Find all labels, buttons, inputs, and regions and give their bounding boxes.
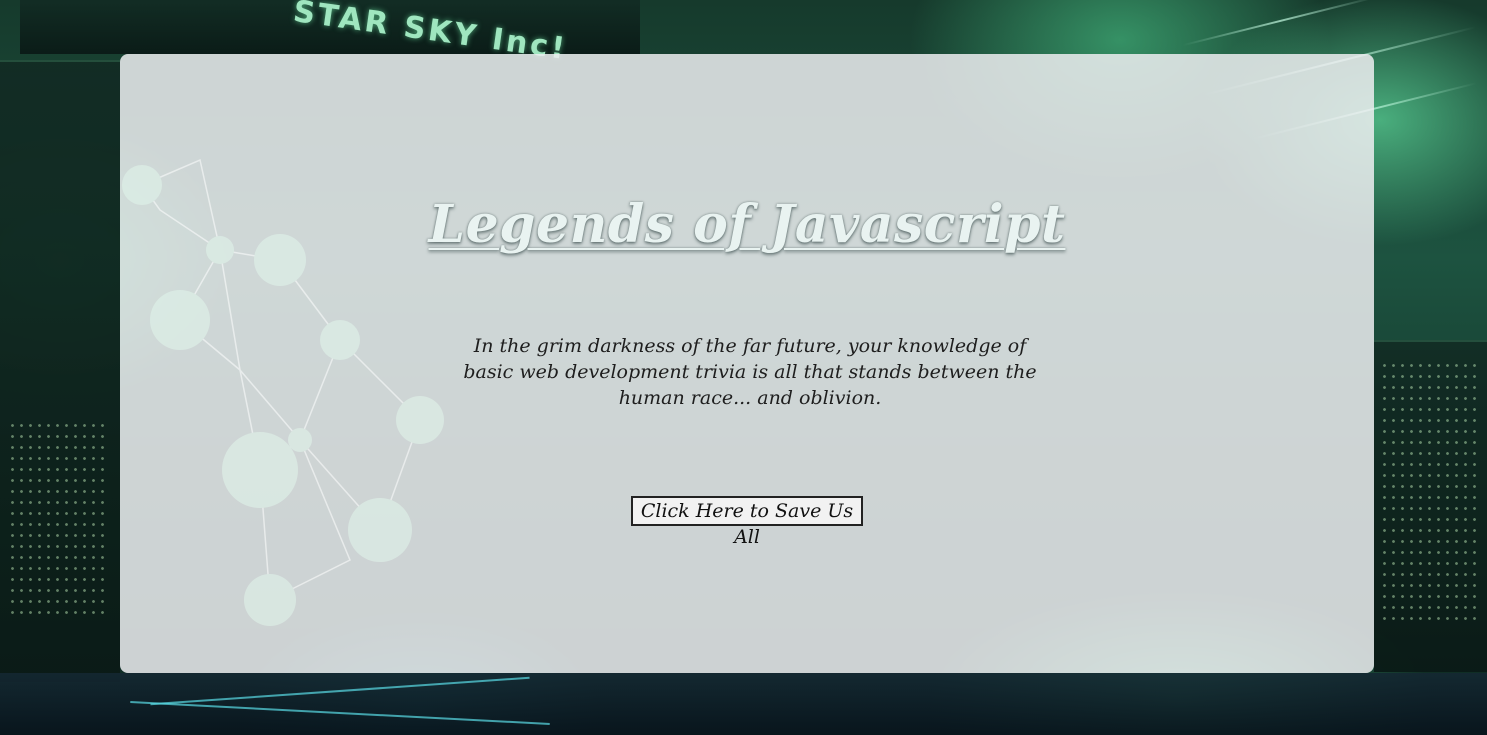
network-graph-decoration xyxy=(122,158,444,626)
start-quiz-button[interactable]: Click Here to Save Us All xyxy=(631,496,863,548)
background-windows xyxy=(1380,360,1480,620)
background-windows xyxy=(8,420,108,620)
intro-text: In the grim darkness of the far future, … xyxy=(463,335,1037,409)
background-floor xyxy=(0,673,1487,735)
light-streak xyxy=(1182,0,1378,47)
